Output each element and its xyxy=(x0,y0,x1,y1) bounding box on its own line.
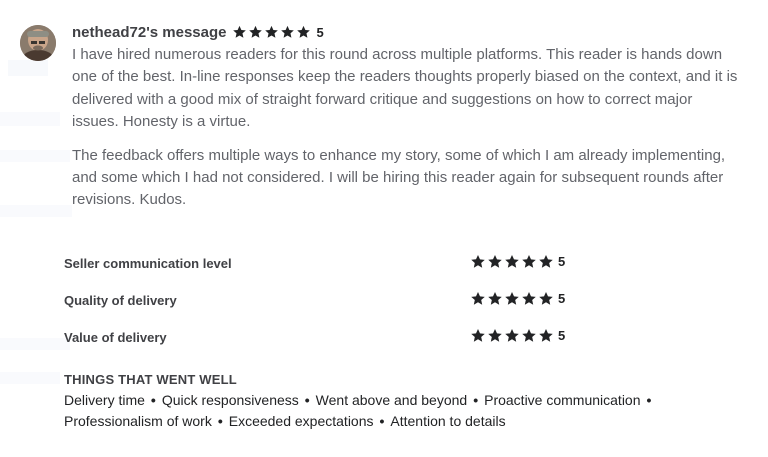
went-well-tag: Quick responsiveness xyxy=(161,392,299,408)
star-icon xyxy=(538,291,554,306)
star-icon xyxy=(487,254,503,269)
criteria-row: Seller communication level 5 xyxy=(64,252,584,289)
criteria-rating-value: 5 xyxy=(558,328,566,343)
went-well-tag: Professionalism of work xyxy=(64,412,212,429)
review-header: nethead72's message 5 xyxy=(72,22,324,42)
bullet-separator: • xyxy=(646,392,652,408)
went-well-tag: Went above and beyond xyxy=(315,392,468,408)
star-icon xyxy=(521,291,537,306)
user-avatar[interactable] xyxy=(20,25,56,61)
review-rating-value: 5 xyxy=(316,24,324,40)
star-icon xyxy=(296,25,311,39)
star-icon xyxy=(538,328,554,343)
went-well-tags: Delivery time • Quick responsiveness • Went … xyxy=(64,390,744,431)
criteria-label: Value of delivery xyxy=(64,330,167,345)
star-icon xyxy=(248,25,263,39)
star-icon xyxy=(487,291,503,306)
went-well-tag: Delivery time xyxy=(64,392,145,408)
star-icon xyxy=(521,328,537,343)
criteria-rating: 5 xyxy=(470,254,565,269)
star-icon xyxy=(521,254,537,269)
bullet-separator: • xyxy=(150,392,156,408)
criteria-row: Value of delivery 5 xyxy=(64,326,584,363)
review-paragraph: The feedback offers multiple ways to enh… xyxy=(72,146,726,209)
went-well-tag: Attention to details xyxy=(390,412,506,429)
criteria-rating-value: 5 xyxy=(558,291,566,306)
star-icon xyxy=(504,291,520,306)
went-well-title: THINGS THAT WENT WELL xyxy=(64,372,237,387)
star-icon xyxy=(264,25,279,39)
went-well-tag: Proactive communication xyxy=(484,392,641,408)
review-body: I have hired numerous readers for this r… xyxy=(72,44,742,212)
star-icon xyxy=(504,254,520,269)
criteria-rating: 5 xyxy=(470,291,565,306)
bullet-separator: • xyxy=(217,412,223,429)
star-icon xyxy=(470,254,486,269)
bullet-separator: • xyxy=(379,412,385,429)
review-stars xyxy=(232,25,312,39)
star-icon xyxy=(487,328,503,343)
rating-breakdown: Seller communication level 5 Quality of … xyxy=(64,252,584,363)
star-icon xyxy=(504,328,520,343)
bullet-separator: • xyxy=(304,392,310,408)
criteria-row: Quality of delivery 5 xyxy=(64,289,584,326)
criteria-rating-value: 5 xyxy=(558,254,566,269)
star-icon xyxy=(280,25,295,39)
criteria-rating: 5 xyxy=(470,328,565,343)
star-icon xyxy=(538,254,554,269)
criteria-label: Quality of delivery xyxy=(64,293,177,308)
went-well-tag: Exceeded expectations xyxy=(228,412,374,429)
things-went-well: THINGS THAT WENT WELL Delivery time • Quic… xyxy=(64,372,744,431)
star-icon xyxy=(470,291,486,306)
star-icon xyxy=(232,25,247,39)
review-card: nethead72's message 5 I have hired numer… xyxy=(0,0,768,457)
star-icon xyxy=(470,328,486,343)
reviewer-name: nethead72's message xyxy=(72,23,227,41)
review-paragraph: I have hired numerous readers for this r… xyxy=(72,46,738,131)
bullet-separator: • xyxy=(473,392,479,408)
criteria-label: Seller communication level xyxy=(64,256,232,271)
